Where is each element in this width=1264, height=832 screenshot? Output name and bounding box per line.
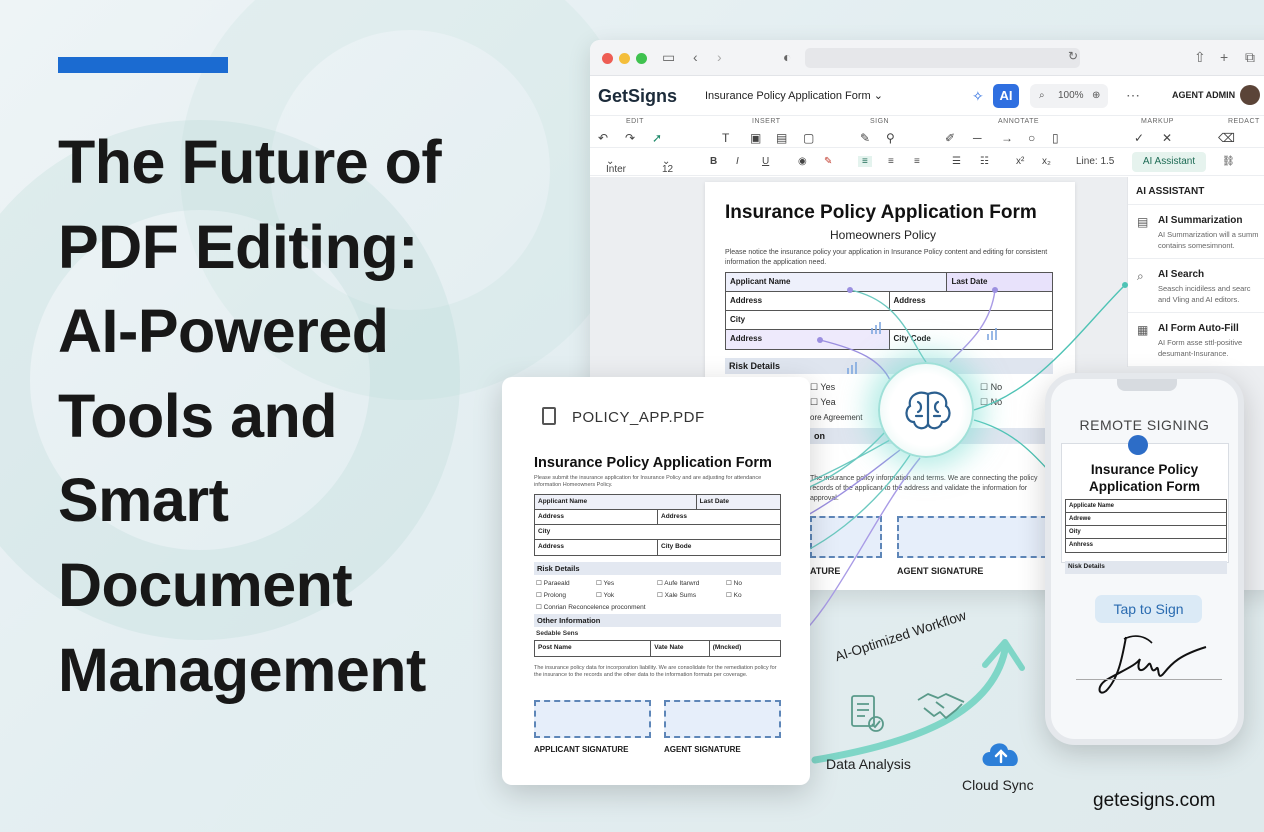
card-check[interactable]: ☐ Ko bbox=[726, 591, 742, 599]
file-icon bbox=[542, 407, 556, 425]
file-name: POLICY_APP.PDF bbox=[572, 409, 705, 426]
workflow-arrow bbox=[811, 646, 1009, 764]
card-check[interactable]: ☐ Conrian Reconcelence proconment bbox=[536, 603, 646, 611]
table-row: Post Name Vate Nate (Mncked) bbox=[535, 641, 780, 656]
ai-brain-hub bbox=[878, 362, 974, 458]
check-label: Yok bbox=[603, 592, 615, 599]
field-address[interactable]: Address bbox=[535, 510, 657, 524]
floating-document-card: POLICY_APP.PDF Insurance Policy Applicat… bbox=[502, 377, 810, 785]
cloud-upload-icon bbox=[982, 743, 1018, 766]
check-label: Conrian Reconcelence proconment bbox=[543, 604, 646, 611]
connector-line bbox=[849, 289, 927, 363]
field-address-3[interactable]: Address bbox=[535, 540, 657, 555]
phone-row[interactable]: Adrewe bbox=[1066, 513, 1226, 526]
check-label: Aufe Itarwrd bbox=[664, 580, 700, 587]
field-applicant-name[interactable]: Applicant Name bbox=[535, 495, 696, 509]
table-row: City bbox=[535, 525, 780, 540]
phone-notch bbox=[1117, 379, 1177, 391]
handshake-icon bbox=[917, 693, 965, 719]
phone-row[interactable]: Applicate Name bbox=[1066, 500, 1226, 513]
field-address-2[interactable]: Address bbox=[657, 510, 780, 524]
card-check[interactable]: ☐ No bbox=[726, 579, 742, 587]
analysis-doc-icon bbox=[851, 695, 884, 732]
card-check[interactable]: ☐ Yok bbox=[596, 591, 614, 599]
check-label: Yes bbox=[603, 580, 615, 587]
check-label: Xale Sums bbox=[664, 592, 697, 599]
field-city[interactable]: City bbox=[535, 525, 780, 539]
table-row: Address City Bode bbox=[535, 540, 780, 555]
field-city-code[interactable]: City Bode bbox=[657, 540, 780, 555]
cloud-sync-label: Cloud Sync bbox=[962, 777, 1034, 793]
card-blurb: Please submit the insurance application … bbox=[534, 475, 762, 488]
card-other-header: Other Information bbox=[534, 614, 781, 627]
bar-chart-icon bbox=[987, 328, 997, 340]
agent-signature-box[interactable] bbox=[664, 700, 781, 738]
remote-signing-heading: REMOTE SIGNING bbox=[1079, 417, 1210, 433]
connector-dot bbox=[847, 287, 853, 293]
field-post-name[interactable]: Post Name bbox=[535, 641, 650, 656]
field-mncked[interactable]: (Mncked) bbox=[708, 641, 780, 656]
signature-line bbox=[1076, 679, 1222, 680]
connector-dot bbox=[817, 337, 823, 343]
card-paragraph: The insurance policy data for incorporat… bbox=[534, 665, 777, 678]
connector-dot bbox=[1122, 282, 1128, 288]
phone-mockup: REMOTE SIGNING Insurance Policy Applicat… bbox=[1045, 373, 1244, 745]
table-row: Address Address bbox=[535, 510, 780, 525]
handwritten-signature bbox=[1098, 635, 1207, 694]
agent-signature-label: AGENT SIGNATURE bbox=[664, 745, 741, 754]
check-label: No bbox=[733, 580, 742, 587]
card-last-row: Post Name Vate Nate (Mncked) bbox=[534, 640, 781, 657]
card-check[interactable]: ☐ Paraeald bbox=[536, 579, 570, 587]
seal-icon bbox=[1128, 435, 1148, 455]
card-risk-header: Risk Details bbox=[534, 562, 781, 575]
phone-row[interactable]: Anhress bbox=[1066, 539, 1226, 552]
data-analysis-label: Data Analysis bbox=[826, 756, 911, 772]
card-check[interactable]: ☐ Aufe Itarwrd bbox=[657, 579, 699, 587]
phone-form-table: Applicate Name Adrewe Oity Anhress bbox=[1065, 499, 1227, 553]
connector-dot bbox=[992, 287, 998, 293]
applicant-signature-label: APPLICANT SIGNATURE bbox=[534, 745, 629, 754]
card-form-table: Applicant Name Last Date Address Address C… bbox=[534, 494, 781, 556]
connector-line bbox=[819, 339, 891, 381]
card-check[interactable]: ☐ Xale Sums bbox=[657, 591, 696, 599]
field-vate-nate[interactable]: Vate Nate bbox=[650, 641, 708, 656]
card-check[interactable]: ☐ Yes bbox=[596, 579, 614, 587]
check-label: Ko bbox=[733, 592, 742, 599]
card-check[interactable]: ☐ Prolong bbox=[536, 591, 566, 599]
card-doc-title: Insurance Policy Application Form bbox=[534, 455, 772, 471]
field-last-date[interactable]: Last Date bbox=[695, 495, 780, 509]
phone-section-header: Nisk Details bbox=[1065, 561, 1227, 574]
check-label: Paraeald bbox=[543, 580, 570, 587]
check-label: Prolong bbox=[543, 592, 567, 599]
table-row: Applicant Name Last Date bbox=[535, 495, 780, 510]
tap-to-sign-button[interactable]: Tap to Sign bbox=[1095, 595, 1202, 623]
connector-line bbox=[973, 419, 1049, 471]
connector-line bbox=[949, 289, 996, 363]
phone-row[interactable]: Oity bbox=[1066, 526, 1226, 539]
bar-chart-icon bbox=[847, 362, 857, 374]
card-other-sub: Sedable Sens bbox=[536, 630, 579, 637]
brain-icon bbox=[905, 391, 951, 430]
phone-doc-title: Insurance Policy Application Form bbox=[1089, 462, 1200, 494]
site-url[interactable]: getesigns.com bbox=[1093, 790, 1216, 812]
bar-chart-icon bbox=[871, 322, 881, 334]
applicant-signature-box[interactable] bbox=[534, 700, 651, 738]
